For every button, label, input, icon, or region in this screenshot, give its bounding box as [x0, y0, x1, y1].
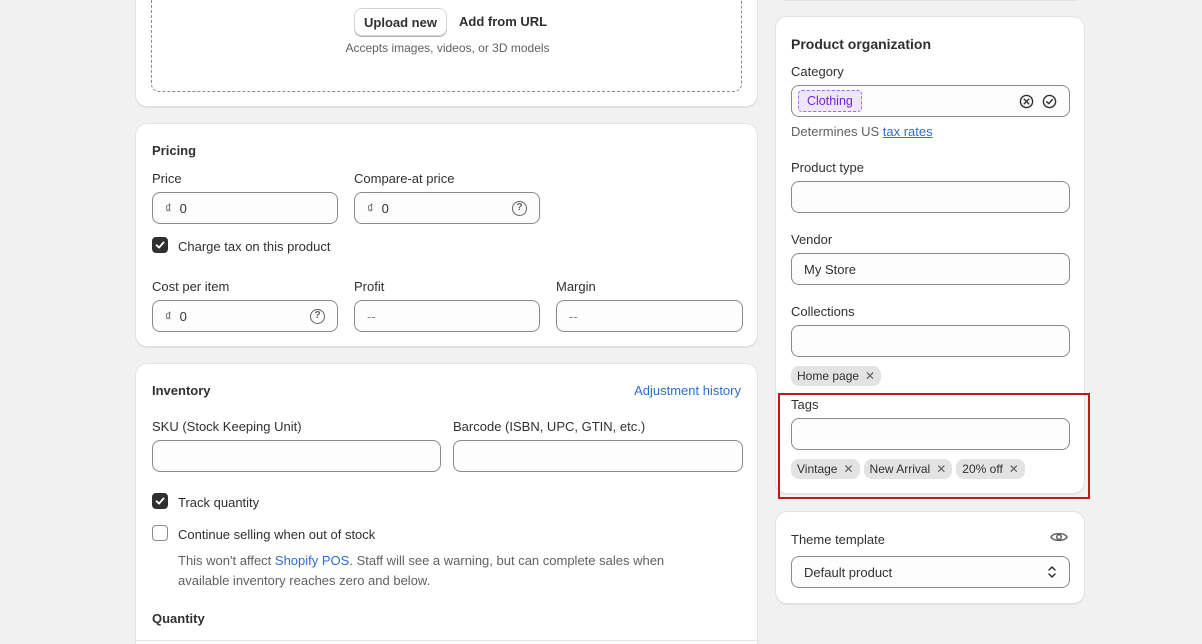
collections-label: Collections — [791, 304, 855, 319]
collection-tags: Home page ✕ — [791, 366, 885, 386]
margin-value: -- — [569, 308, 578, 324]
category-hint: Determines US tax rates — [791, 124, 933, 139]
media-hint: Accepts images, videos, or 3D models — [345, 41, 550, 55]
inventory-card: Inventory Adjustment history SKU (Stock … — [135, 363, 759, 644]
theme-template-value: Default product — [804, 564, 893, 580]
eye-icon[interactable] — [1050, 530, 1068, 547]
cost-value: 0 — [179, 308, 187, 324]
category-pill: Clothing — [798, 90, 862, 112]
theme-template-label: Theme template — [791, 532, 885, 547]
barcode-input[interactable] — [453, 440, 743, 472]
margin-input[interactable]: -- — [556, 300, 743, 332]
barcode-label: Barcode (ISBN, UPC, GTIN, etc.) — [453, 419, 646, 434]
currency-symbol: ₫ — [165, 308, 172, 324]
note-text: This won't affect — [178, 553, 275, 568]
collections-input[interactable] — [791, 325, 1070, 357]
product-organization-title: Product organization — [791, 36, 931, 52]
sku-label: SKU (Stock Keeping Unit) — [152, 419, 302, 434]
cost-input[interactable]: ₫ 0 ? — [152, 300, 338, 332]
note-text: . Staff will see a warning, but can comp… — [349, 553, 665, 568]
price-value: 0 — [179, 200, 187, 216]
vendor-input[interactable]: My Store — [791, 253, 1070, 285]
vendor-value: My Store — [804, 261, 857, 277]
clear-circle-icon[interactable] — [1019, 94, 1034, 109]
continue-selling-label: Continue selling when out of stock — [178, 527, 376, 542]
question-circle-icon[interactable]: ? — [310, 308, 325, 324]
compare-price-value: 0 — [381, 200, 389, 216]
category-input[interactable]: Clothing — [791, 85, 1070, 117]
profit-value: -- — [367, 308, 376, 324]
tags-highlight-box — [778, 393, 1090, 499]
theme-template-card: Theme template Default product — [775, 511, 1085, 604]
theme-template-select[interactable]: Default product — [791, 556, 1070, 588]
currency-symbol: ₫ — [367, 200, 374, 216]
question-circle-icon[interactable]: ? — [512, 200, 527, 216]
upload-new-button[interactable]: Upload new — [354, 8, 447, 36]
margin-label: Margin — [556, 279, 596, 294]
charge-tax-checkbox[interactable] — [152, 237, 168, 253]
hint-text: Determines US — [791, 124, 883, 139]
product-type-input[interactable] — [791, 181, 1070, 213]
track-quantity-label: Track quantity — [178, 495, 260, 510]
continue-selling-checkbox[interactable] — [152, 525, 168, 541]
product-type-label: Product type — [791, 160, 864, 175]
category-label: Category — [791, 64, 844, 79]
sku-input[interactable] — [152, 440, 441, 472]
note-text: available inventory reaches zero and bel… — [178, 573, 431, 588]
profit-label: Profit — [354, 279, 385, 294]
charge-tax-label: Charge tax on this product — [178, 239, 331, 254]
remove-x-icon[interactable]: ✕ — [865, 369, 875, 383]
price-input[interactable]: ₫ 0 — [152, 192, 338, 224]
cost-label: Cost per item — [152, 279, 230, 294]
chevron-up-down-icon — [1047, 565, 1057, 579]
divider — [136, 640, 759, 641]
checkmark-icon — [155, 497, 165, 505]
profit-input[interactable]: -- — [354, 300, 540, 332]
inventory-title: Inventory — [152, 383, 211, 398]
quantity-title: Quantity — [152, 611, 205, 626]
vendor-label: Vendor — [791, 232, 833, 247]
price-label: Price — [152, 171, 182, 186]
compare-price-label: Compare-at price — [354, 171, 455, 186]
compare-price-input[interactable]: ₫ 0 ? — [354, 192, 540, 224]
continue-selling-note: This won't affect Shopify POS. Staff wil… — [178, 551, 738, 591]
currency-symbol: ₫ — [165, 200, 172, 216]
shopify-pos-link[interactable]: Shopify POS — [275, 553, 349, 568]
check-circle-icon[interactable] — [1042, 94, 1057, 109]
tax-rates-link[interactable]: tax rates — [883, 124, 933, 139]
add-from-url-button[interactable]: Add from URL — [459, 14, 547, 29]
checkmark-icon — [155, 241, 165, 249]
adjustment-history-link[interactable]: Adjustment history — [634, 383, 741, 398]
track-quantity-checkbox[interactable] — [152, 493, 168, 509]
pricing-title: Pricing — [152, 143, 197, 158]
pricing-card: Pricing Price ₫ 0 Compare-at price ₫ 0 ?… — [135, 123, 758, 347]
collection-tag: Home page ✕ — [791, 366, 882, 386]
media-card: Upload new Add from URL Accepts images, … — [135, 0, 758, 107]
